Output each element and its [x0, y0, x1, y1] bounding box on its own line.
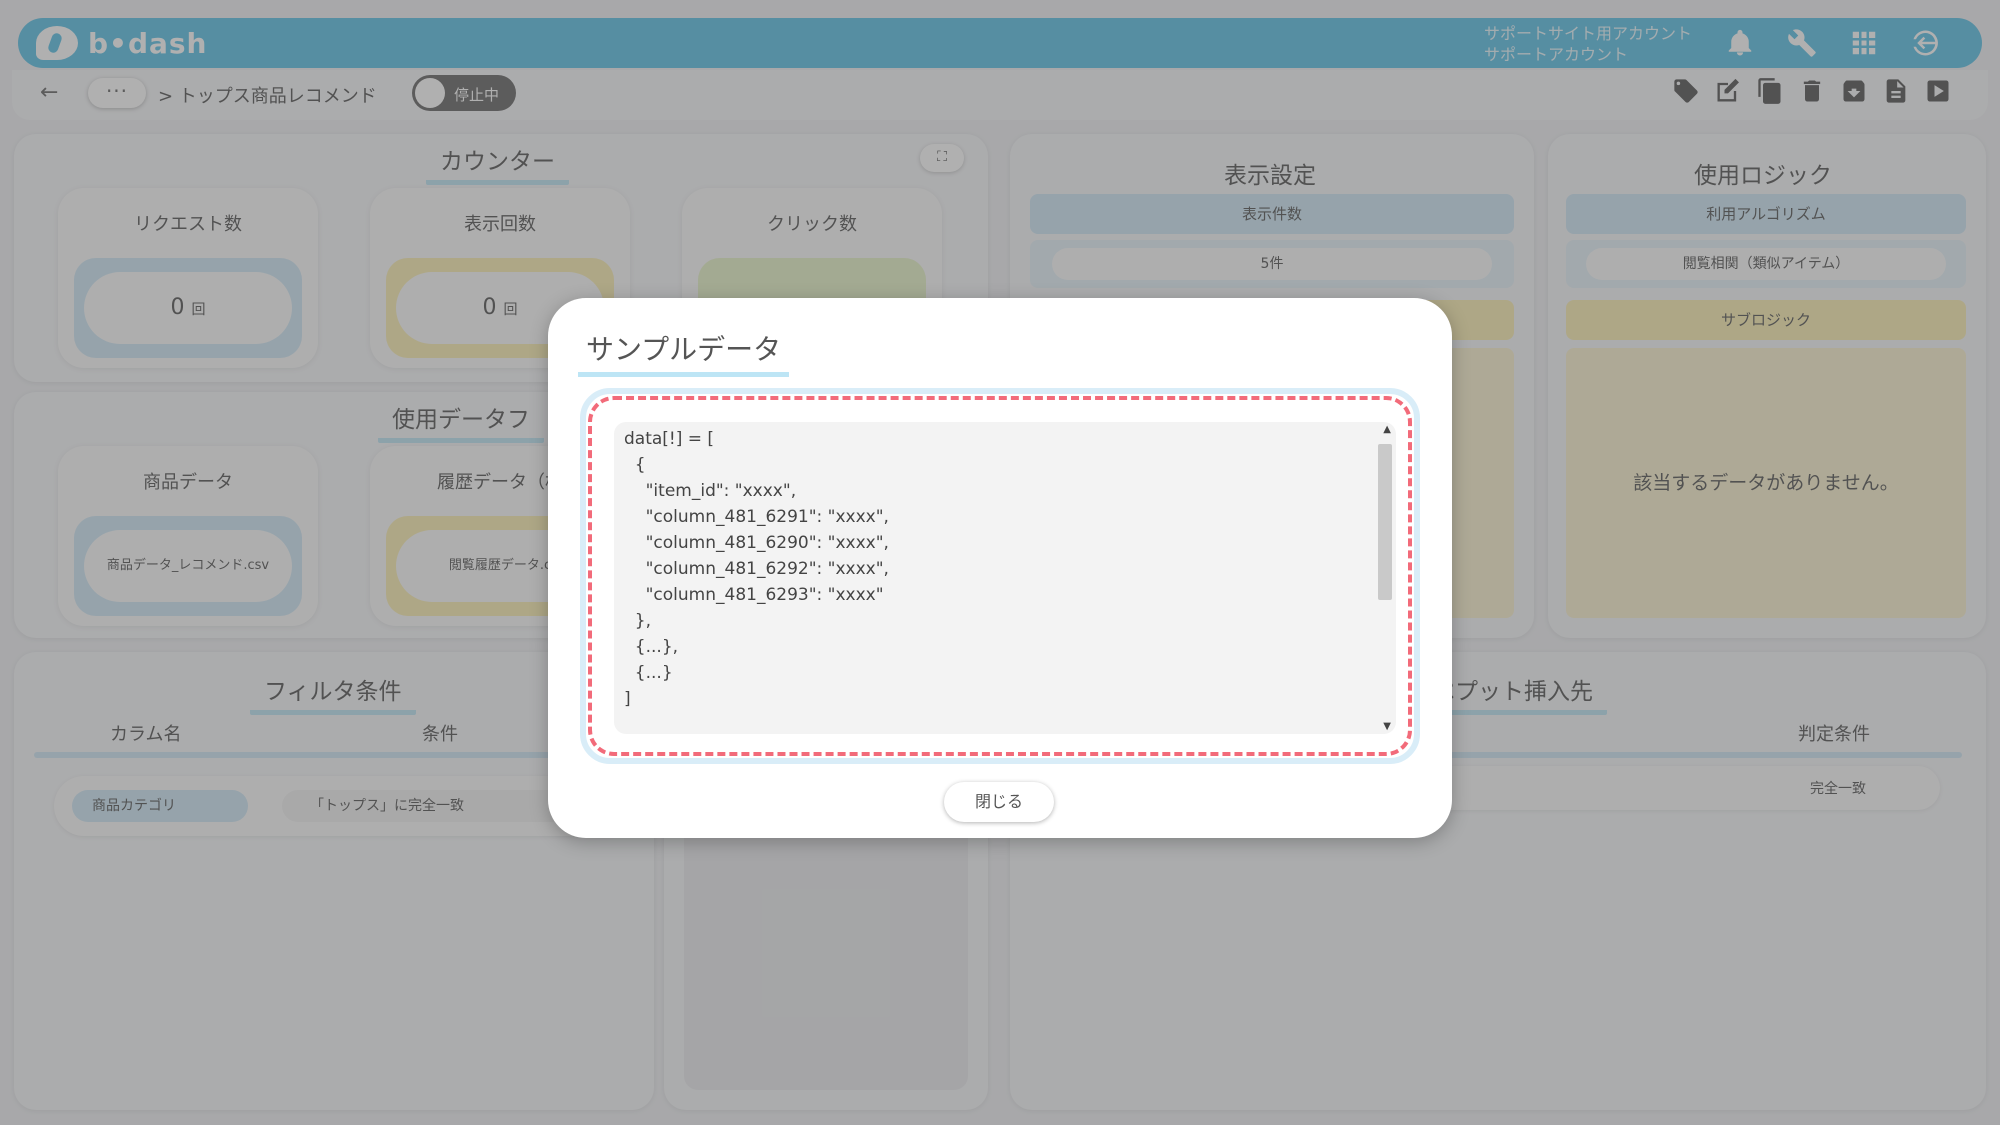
modal-title: サンプルデータ: [578, 328, 790, 377]
scroll-thumb[interactable]: [1378, 444, 1392, 600]
scroll-up-icon[interactable]: ▲: [1383, 424, 1391, 435]
scroll-down-icon[interactable]: ▼: [1383, 721, 1391, 732]
sample-data-code: data[!] = [ { "item_id": "xxxx", "column…: [624, 429, 889, 709]
scrollbar[interactable]: ▲ ▼: [1376, 422, 1396, 734]
highlight-dashed-border: data[!] = [ { "item_id": "xxxx", "column…: [588, 396, 1412, 756]
close-button[interactable]: 閉じる: [944, 782, 1054, 822]
sample-data-modal: サンプルデータ data[!] = [ { "item_id": "xxxx",…: [548, 298, 1452, 838]
code-frame: data[!] = [ { "item_id": "xxxx", "column…: [580, 388, 1420, 764]
sample-data-textarea[interactable]: data[!] = [ { "item_id": "xxxx", "column…: [614, 422, 1396, 734]
